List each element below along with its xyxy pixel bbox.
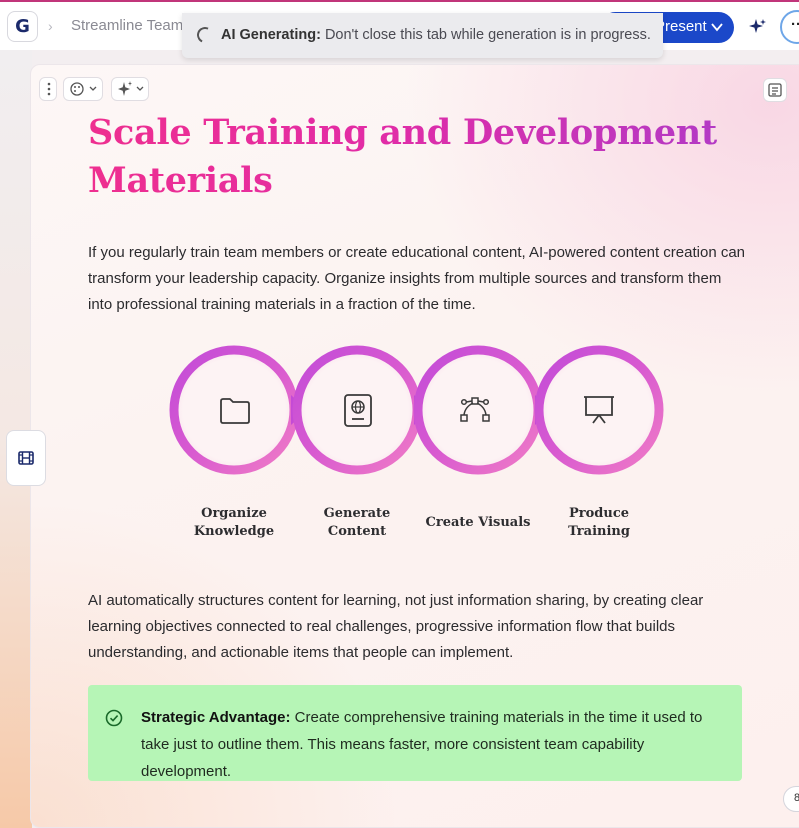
- logo-letter: G: [15, 16, 30, 37]
- slides-panel-button[interactable]: [6, 430, 46, 486]
- intro-paragraph[interactable]: If you regularly train team members or c…: [88, 240, 748, 318]
- check-circle-icon: [105, 709, 123, 727]
- body-paragraph[interactable]: AI automatically structures content for …: [88, 588, 748, 666]
- page-number: 8: [794, 792, 799, 804]
- theme-button[interactable]: [63, 77, 103, 101]
- ai-edit-button[interactable]: [111, 77, 149, 101]
- process-circles: [169, 345, 664, 475]
- slide-card[interactable]: Scale Training and Development Materials…: [30, 64, 799, 828]
- more-label: ···: [791, 16, 799, 33]
- film-strip-icon: [18, 451, 34, 465]
- step-4-circle: [534, 345, 664, 475]
- notes-icon: [768, 83, 782, 97]
- slide-title[interactable]: Scale Training and Development Materials: [88, 109, 728, 205]
- loading-spinner-icon: [194, 24, 216, 46]
- top-bar: G › Streamline Team Present ··· AI Gener…: [0, 0, 799, 58]
- vertical-dots-icon: [47, 82, 51, 96]
- chevron-down-icon[interactable]: [710, 20, 724, 34]
- step-label-generate[interactable]: Generate Content: [297, 505, 417, 541]
- step-label-visuals[interactable]: Create Visuals: [418, 514, 538, 532]
- sparkle-icon: [118, 81, 144, 96]
- ai-generating-toast: AI Generating: Don't close this tab whil…: [182, 13, 663, 58]
- process-diagram: Organize Knowledge Generate Content Crea…: [169, 345, 669, 539]
- more-options-button[interactable]: ···: [780, 10, 799, 44]
- step-1-circle: [169, 345, 307, 475]
- breadcrumb-chevron-icon: ›: [48, 18, 53, 34]
- callout-strong: Strategic Advantage:: [141, 709, 291, 726]
- toast-message: Don't close this tab while generation is…: [324, 27, 651, 43]
- strategic-advantage-callout[interactable]: Strategic Advantage: Create comprehensiv…: [88, 685, 742, 781]
- step-label-produce[interactable]: Produce Training: [539, 505, 659, 541]
- toast-label: AI Generating:: [221, 27, 321, 43]
- notes-button[interactable]: [763, 78, 787, 102]
- app-logo[interactable]: G: [7, 11, 38, 42]
- ai-sparkle-icon[interactable]: [748, 17, 768, 37]
- palette-icon: [70, 82, 97, 96]
- step-label-organize[interactable]: Organize Knowledge: [174, 505, 294, 541]
- card-menu-button[interactable]: [39, 77, 57, 101]
- doc-title[interactable]: Streamline Team: [71, 17, 183, 34]
